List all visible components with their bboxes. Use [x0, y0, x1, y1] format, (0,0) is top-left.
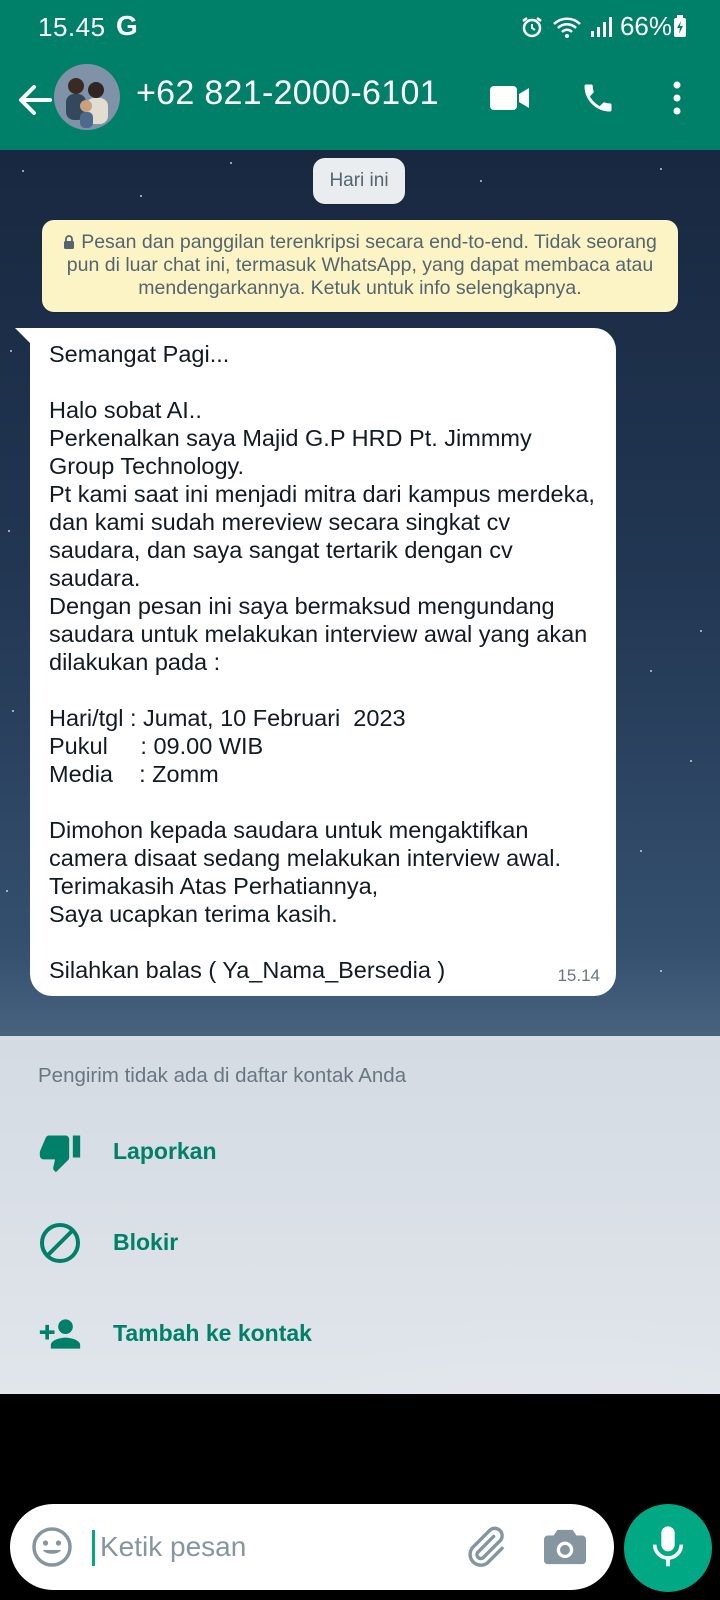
- wifi-icon: [553, 17, 581, 38]
- unknown-sender-title: Pengirim tidak ada di daftar kontak Anda: [38, 1064, 407, 1087]
- voice-call-icon[interactable]: [580, 80, 616, 116]
- block-label: Blokir: [113, 1229, 179, 1255]
- video-call-icon[interactable]: [490, 84, 530, 112]
- thumbs-down-icon: [39, 1135, 81, 1173]
- encryption-notice[interactable]: Pesan dan panggilan terenkripsi secara e…: [42, 220, 678, 312]
- chat-header: +62 821-2000-6101: [0, 54, 720, 150]
- battery-icon: [674, 15, 686, 37]
- attach-icon[interactable]: [462, 1524, 508, 1570]
- network-type-indicator: G: [116, 10, 138, 41]
- message-composer: [10, 1504, 614, 1590]
- encryption-notice-text: Pesan dan panggilan terenkripsi secara e…: [66, 231, 657, 299]
- lock-icon: [64, 235, 75, 249]
- add-contact-button[interactable]: Tambah ke kontak: [0, 1292, 720, 1372]
- block-button[interactable]: Blokir: [0, 1201, 720, 1281]
- mic-button[interactable]: [624, 1504, 712, 1592]
- add-contact-label: Tambah ke kontak: [113, 1320, 312, 1346]
- signal-icon: [590, 16, 612, 37]
- more-vert-icon[interactable]: [670, 80, 684, 116]
- report-label: Laporkan: [113, 1138, 217, 1164]
- message-input[interactable]: [100, 1524, 440, 1570]
- battery-percent: 66%: [619, 11, 672, 41]
- incoming-message[interactable]: Semangat Pagi... Halo sobat AI.. Perkena…: [30, 328, 616, 996]
- report-button[interactable]: Laporkan: [0, 1110, 720, 1190]
- emoji-icon[interactable]: [28, 1523, 76, 1571]
- message-timestamp: 15.14: [557, 966, 600, 985]
- message-text: Semangat Pagi... Halo sobat AI.. Perkena…: [49, 341, 595, 983]
- contact-avatar[interactable]: [54, 64, 120, 130]
- date-chip: Hari ini: [313, 158, 405, 204]
- status-bar: 15.45 G 66%: [0, 0, 720, 54]
- status-time: 15.45: [38, 12, 106, 42]
- camera-icon[interactable]: [542, 1526, 588, 1568]
- add-contact-icon: [39, 1319, 81, 1349]
- back-arrow-icon[interactable]: [14, 80, 54, 120]
- contact-name[interactable]: +62 821-2000-6101: [136, 74, 439, 113]
- block-icon: [40, 1223, 80, 1263]
- text-cursor: [92, 1530, 95, 1566]
- unknown-sender-panel: Pengirim tidak ada di daftar kontak Anda…: [0, 1036, 720, 1394]
- alarm-icon: [522, 16, 542, 37]
- mic-icon: [652, 1526, 684, 1567]
